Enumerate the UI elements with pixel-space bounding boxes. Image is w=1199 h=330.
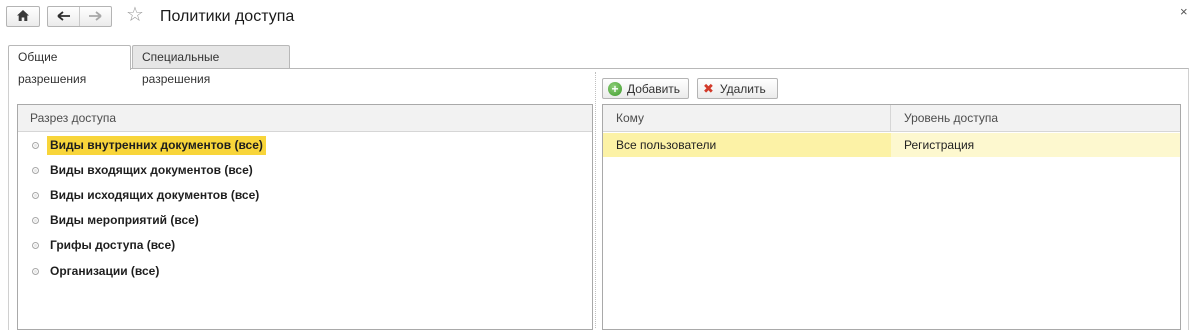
permissions-table: Кому Уровень доступа Все пользователи Ре…	[602, 104, 1181, 330]
tree-item[interactable]: Виды мероприятий (все)	[32, 210, 202, 230]
tree-item-label: Виды внутренних документов (все)	[47, 135, 266, 155]
tree-item-label: Виды входящих документов (все)	[50, 162, 253, 177]
tree-item-label: Организации (все)	[50, 263, 160, 278]
arrow-right-icon	[88, 10, 103, 24]
add-button-label: Добавить	[627, 81, 681, 96]
panel-splitter[interactable]	[595, 72, 596, 328]
column-header-to[interactable]: Кому	[603, 105, 891, 131]
tree-node-icon	[32, 241, 39, 249]
access-section-tree: Разрез доступа Виды внутренних документо…	[17, 104, 593, 330]
tree-node-icon	[32, 191, 39, 199]
add-icon: +	[608, 81, 622, 96]
table-row[interactable]: Все пользователи Регистрация	[603, 133, 1180, 157]
back-button[interactable]	[48, 7, 79, 26]
tree-node-icon	[32, 267, 39, 275]
tree-node-icon	[32, 166, 39, 174]
page-title: Политики доступа	[160, 8, 295, 25]
tree-item[interactable]: Организации (все)	[32, 261, 162, 281]
tab-special-permissions[interactable]: Специальные разрешения	[132, 45, 290, 86]
tree-item[interactable]: Виды входящих документов (все)	[32, 160, 256, 180]
tree-header: Разрез доступа	[18, 105, 592, 132]
home-icon	[16, 9, 30, 25]
add-button[interactable]: + Добавить	[602, 78, 689, 99]
forward-button[interactable]	[80, 7, 111, 26]
cell-access-level: Регистрация	[891, 133, 1180, 157]
tree-item[interactable]: Виды исходящих документов (все)	[32, 185, 262, 205]
home-button[interactable]	[6, 6, 40, 27]
tree-item-label: Грифы доступа (все)	[50, 237, 176, 252]
delete-button-label: Удалить	[719, 81, 766, 96]
tree-item-label: Виды мероприятий (все)	[50, 212, 199, 227]
column-header-access-level[interactable]: Уровень доступа	[891, 105, 1180, 131]
tree-node-icon	[32, 216, 39, 224]
close-icon[interactable]: ×	[1180, 5, 1188, 19]
delete-icon: ✖	[703, 80, 714, 96]
tree-item[interactable]: Виды внутренних документов (все)	[32, 135, 266, 155]
tree-item-label: Виды исходящих документов (все)	[50, 187, 260, 202]
navigation-buttons	[47, 6, 112, 27]
tree-node-icon	[32, 141, 39, 149]
arrow-left-icon	[56, 10, 71, 24]
table-header: Кому Уровень доступа	[603, 105, 1180, 132]
cell-to: Все пользователи	[603, 133, 891, 157]
tab-general-permissions[interactable]: Общие разрешения	[8, 45, 131, 86]
delete-button[interactable]: ✖ Удалить	[697, 78, 778, 99]
tree-item[interactable]: Грифы доступа (все)	[32, 235, 178, 255]
star-icon[interactable]: ☆	[126, 4, 144, 26]
